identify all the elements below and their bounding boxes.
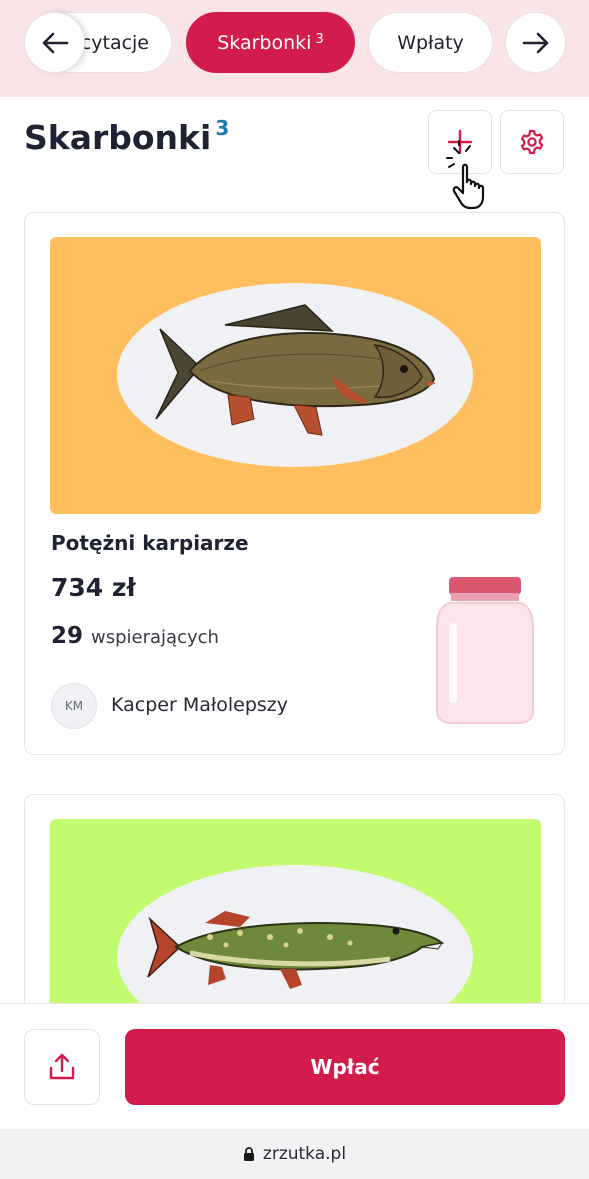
tab-wplaty-label: Wpłaty (397, 31, 464, 54)
arrow-right-icon (522, 32, 548, 53)
browser-url-bar[interactable]: zrzutka.pl (0, 1129, 589, 1179)
lock-icon (243, 1146, 255, 1162)
share-button[interactable] (24, 1029, 100, 1105)
scroll-right-button[interactable] (505, 12, 566, 73)
owner-name: Kacper Małolepszy (111, 694, 289, 716)
hand-pointer-icon (446, 140, 485, 210)
page-title-count: 3 (215, 116, 230, 140)
supporters-count: 29 (51, 623, 84, 649)
piggybank-title: Potężni karpiarze (51, 531, 249, 555)
piggybank-card[interactable]: Potężni karpiarze 734 zł 29 wspierającyc… (24, 212, 565, 755)
bottom-action-bar: Wpłać (0, 1003, 589, 1129)
tab-wplaty[interactable]: Wpłaty (368, 12, 493, 73)
pay-button[interactable]: Wpłać (125, 1029, 565, 1105)
carp-fish-image (117, 283, 473, 467)
jar-icon (436, 577, 534, 724)
tab-bar: Licytacje Skarbonki 3 Wpłaty (0, 0, 589, 97)
supporters-label: wspierających (91, 627, 219, 648)
avatar: KM (51, 683, 97, 729)
piggybank-image (50, 237, 541, 514)
piggybank-amount: 734 zł (51, 573, 136, 602)
share-icon (49, 1053, 75, 1080)
tab-skarbonki-label: Skarbonki (217, 31, 312, 54)
settings-button[interactable] (500, 110, 564, 174)
tab-skarbonki-count: 3 (315, 32, 324, 47)
scroll-left-button[interactable] (24, 12, 85, 73)
arrow-left-icon (42, 32, 68, 53)
url-text: zrzutka.pl (262, 1144, 347, 1164)
page-title: Skarbonki 3 (24, 116, 230, 157)
page-title-text: Skarbonki (24, 118, 212, 157)
gear-icon (520, 129, 544, 155)
piggybank-supporters: 29 wspierających (51, 623, 219, 649)
tab-skarbonki[interactable]: Skarbonki 3 (186, 12, 355, 73)
